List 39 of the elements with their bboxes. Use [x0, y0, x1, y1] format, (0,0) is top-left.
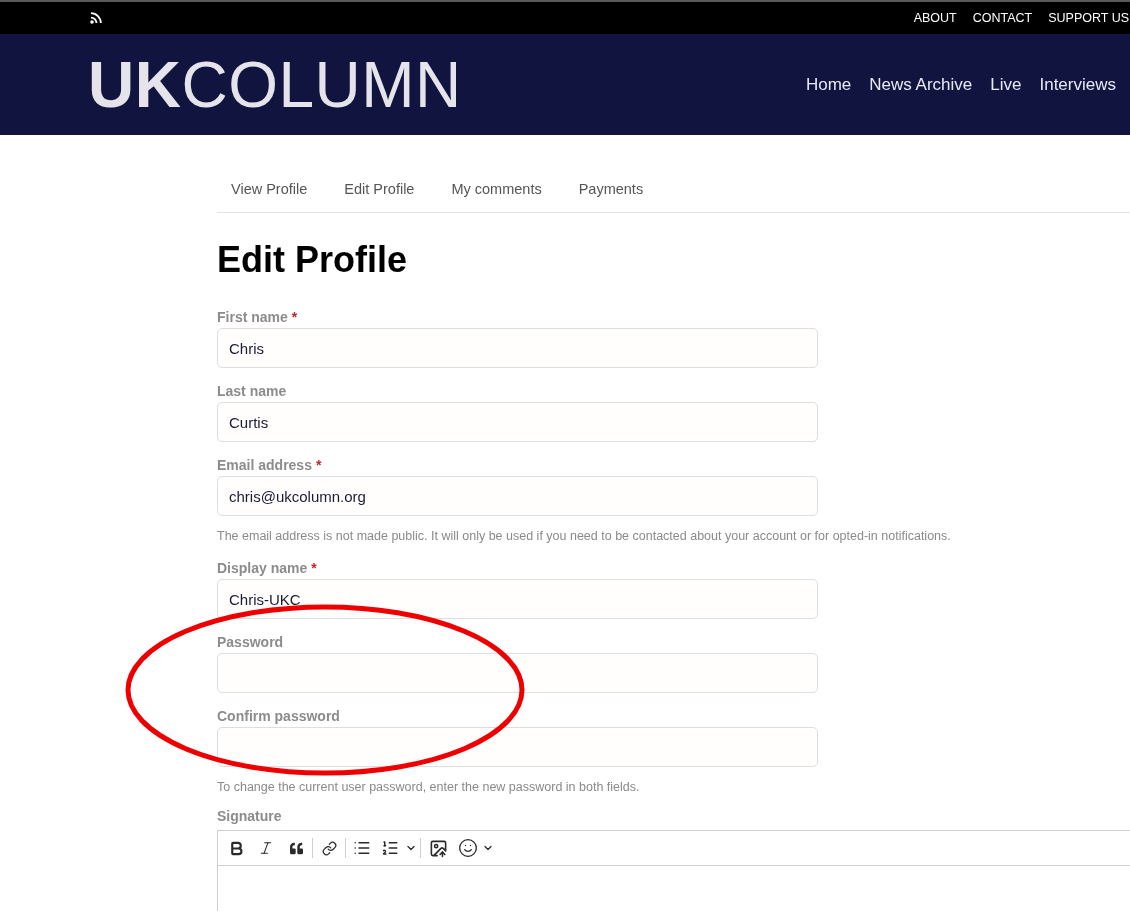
- field-label: Signature: [217, 807, 282, 826]
- top-bar-link[interactable]: SUPPORT US: [1048, 9, 1129, 27]
- link-icon[interactable]: [321, 840, 337, 856]
- profile-tab[interactable]: My comments: [437, 178, 556, 199]
- profile-tab[interactable]: View Profile: [217, 178, 322, 199]
- input-field[interactable]: [217, 727, 818, 767]
- input-field[interactable]: Chris: [217, 328, 818, 368]
- required-mark: *: [291, 308, 298, 327]
- help-text: The email address is not made public. It will only be used if you need to be contacted about your account or for opted-in notifications.: [217, 528, 951, 545]
- nav-link[interactable]: Interviews: [1039, 72, 1116, 97]
- site-logo: UKCOLUMN: [88, 48, 462, 121]
- help-text: To change the current user password, enter the new password in both fields.: [217, 779, 640, 796]
- bullet-list-icon[interactable]: [353, 839, 371, 857]
- profile-tab[interactable]: Payments: [564, 178, 658, 199]
- field-label: Email address: [217, 456, 312, 475]
- quote-icon[interactable]: [289, 841, 303, 855]
- field-label: Confirm password: [217, 707, 340, 726]
- profile-tab[interactable]: Edit Profile: [330, 178, 429, 199]
- field-label: Password: [217, 633, 284, 652]
- input-field[interactable]: Chris-UKC: [217, 579, 818, 619]
- nav-link[interactable]: Home: [805, 72, 852, 97]
- numbered-list-icon[interactable]: [381, 839, 399, 857]
- italic-icon[interactable]: [258, 840, 274, 856]
- input-field[interactable]: chris@ukcolumn.org: [217, 476, 818, 516]
- nav-link[interactable]: News Archive: [869, 72, 973, 97]
- field-label: Last name: [217, 382, 287, 401]
- nav-link[interactable]: Live: [990, 72, 1022, 97]
- required-mark: *: [315, 456, 322, 475]
- input-field[interactable]: [217, 653, 818, 693]
- field-label: Display name: [217, 559, 308, 578]
- required-mark: *: [311, 559, 317, 578]
- input-field[interactable]: Curtis: [217, 402, 818, 442]
- rss-icon[interactable]: [90, 12, 102, 24]
- top-bar-link[interactable]: ABOUT: [913, 9, 957, 27]
- image-upload-icon[interactable]: [428, 838, 448, 858]
- top-bar-link[interactable]: CONTACT: [972, 9, 1033, 27]
- page-title: Edit Profile: [217, 238, 408, 282]
- field-label: First name: [217, 308, 288, 327]
- smiley-icon[interactable]: [458, 838, 478, 858]
